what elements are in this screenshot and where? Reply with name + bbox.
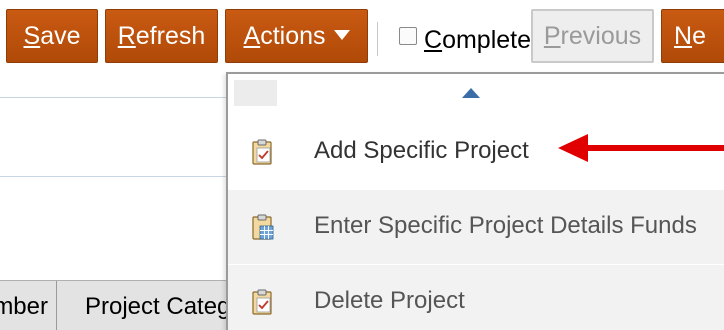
actions-button[interactable]: Actions bbox=[225, 9, 368, 63]
menu-placeholder-box bbox=[234, 80, 277, 106]
clipboard-table-icon bbox=[252, 214, 274, 240]
actions-menu: Add Specific Project Enter Specific Proj… bbox=[226, 72, 724, 330]
section-divider bbox=[0, 176, 228, 177]
column-header-number[interactable]: mber bbox=[0, 281, 57, 330]
complete-label[interactable]: Complete bbox=[424, 22, 531, 58]
clipboard-check-icon bbox=[252, 139, 272, 165]
table-header: mber Project Catego bbox=[0, 280, 228, 330]
toolbar-separator bbox=[377, 22, 378, 56]
complete-checkbox[interactable] bbox=[399, 27, 417, 45]
caret-up-icon[interactable] bbox=[462, 88, 480, 98]
next-button[interactable]: Ne bbox=[661, 9, 724, 63]
annotation-arrow-icon bbox=[558, 134, 724, 162]
caret-down-icon bbox=[333, 30, 350, 41]
menu-item-label: Enter Specific Project Details Funds bbox=[314, 212, 697, 239]
previous-button[interactable]: Previous bbox=[531, 9, 654, 63]
save-button[interactable]: Save bbox=[6, 9, 98, 63]
menu-item-label: Add Specific Project bbox=[314, 137, 529, 164]
toolbar: Save Refresh Actions Complete Previous N… bbox=[0, 0, 724, 72]
refresh-button[interactable]: Refresh bbox=[105, 9, 218, 63]
menu-item-enter-specific-project-details-funds[interactable]: Enter Specific Project Details Funds bbox=[228, 190, 724, 264]
section-divider bbox=[0, 97, 228, 98]
menu-item-delete-project[interactable]: Delete Project bbox=[228, 265, 724, 330]
column-header-project-category[interactable]: Project Catego bbox=[57, 281, 228, 330]
menu-item-label: Delete Project bbox=[314, 287, 465, 314]
clipboard-check-icon bbox=[252, 289, 272, 315]
